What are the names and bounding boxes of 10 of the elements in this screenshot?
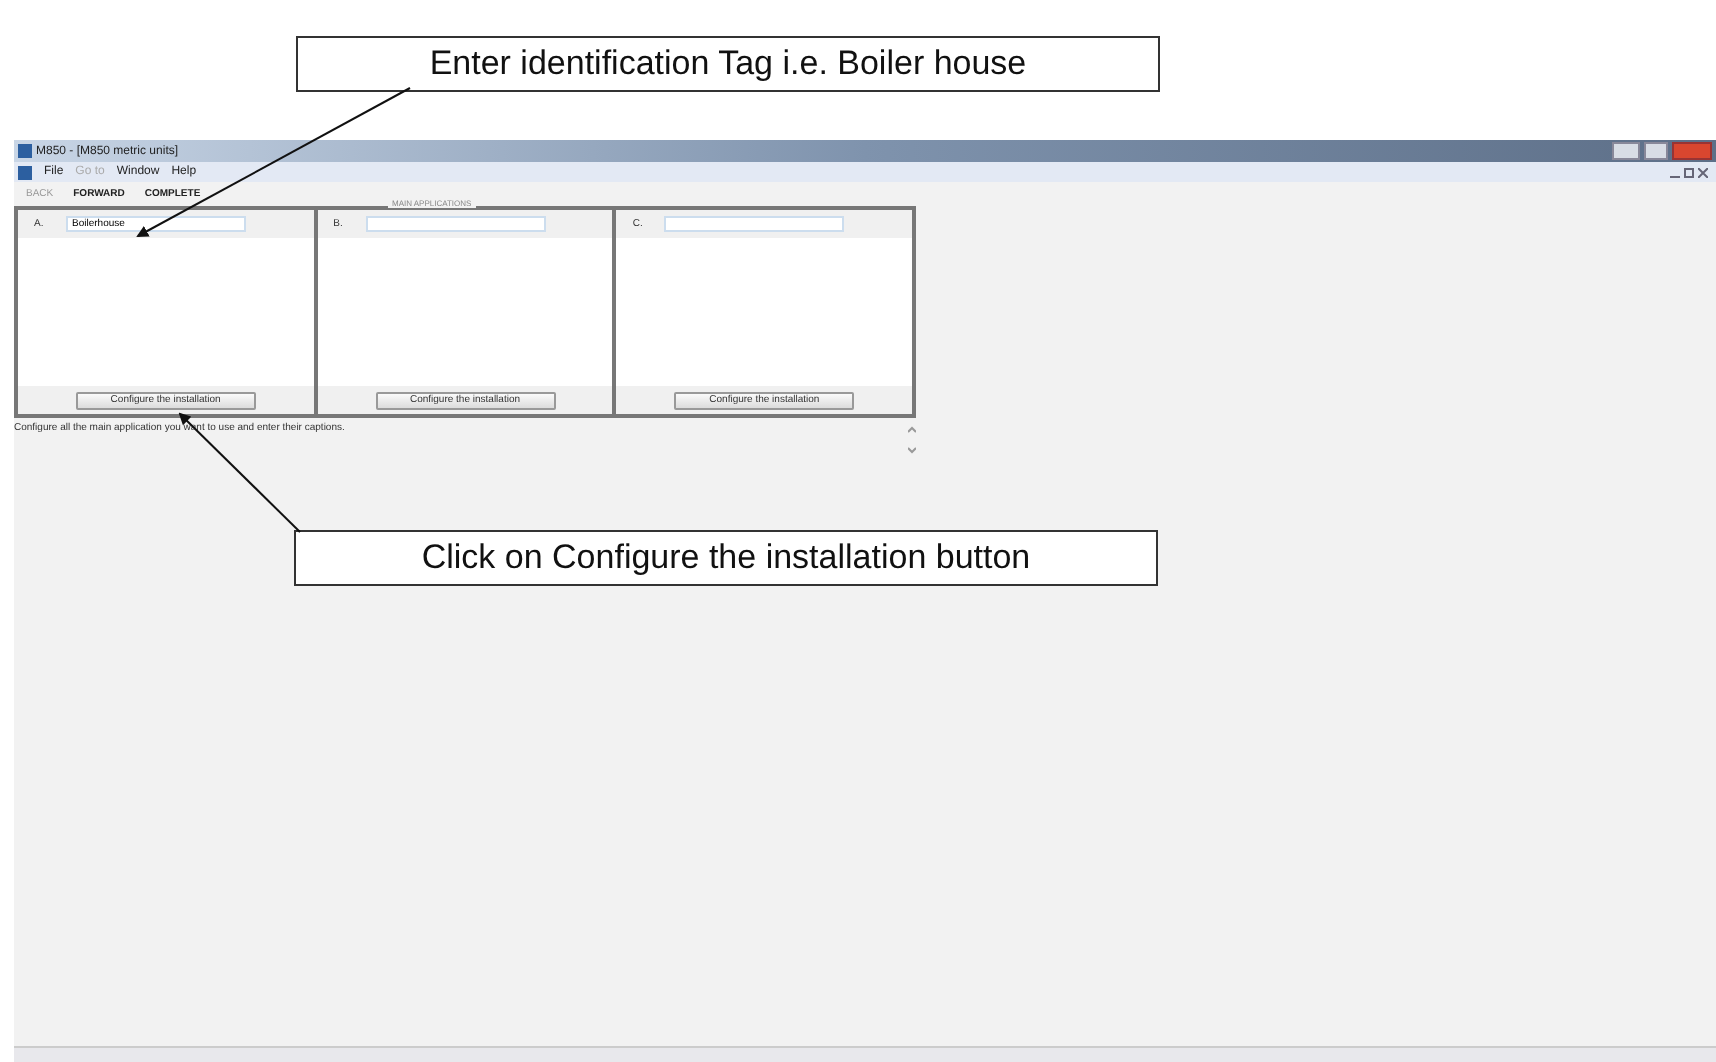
callout-box: Click on Configure the installation button (294, 530, 1158, 586)
restore-icon[interactable] (1684, 167, 1694, 177)
caption-field[interactable] (365, 216, 546, 232)
callout-box: Enter identification Tag i.e. Boiler house (296, 36, 1160, 92)
close-icon[interactable] (1698, 167, 1708, 177)
caption-field[interactable] (664, 216, 845, 232)
scroll-arrows-icon[interactable] (908, 426, 916, 454)
leader-line (178, 412, 301, 533)
maximize-button[interactable] (1644, 142, 1668, 160)
minimize-button[interactable] (1612, 142, 1640, 160)
